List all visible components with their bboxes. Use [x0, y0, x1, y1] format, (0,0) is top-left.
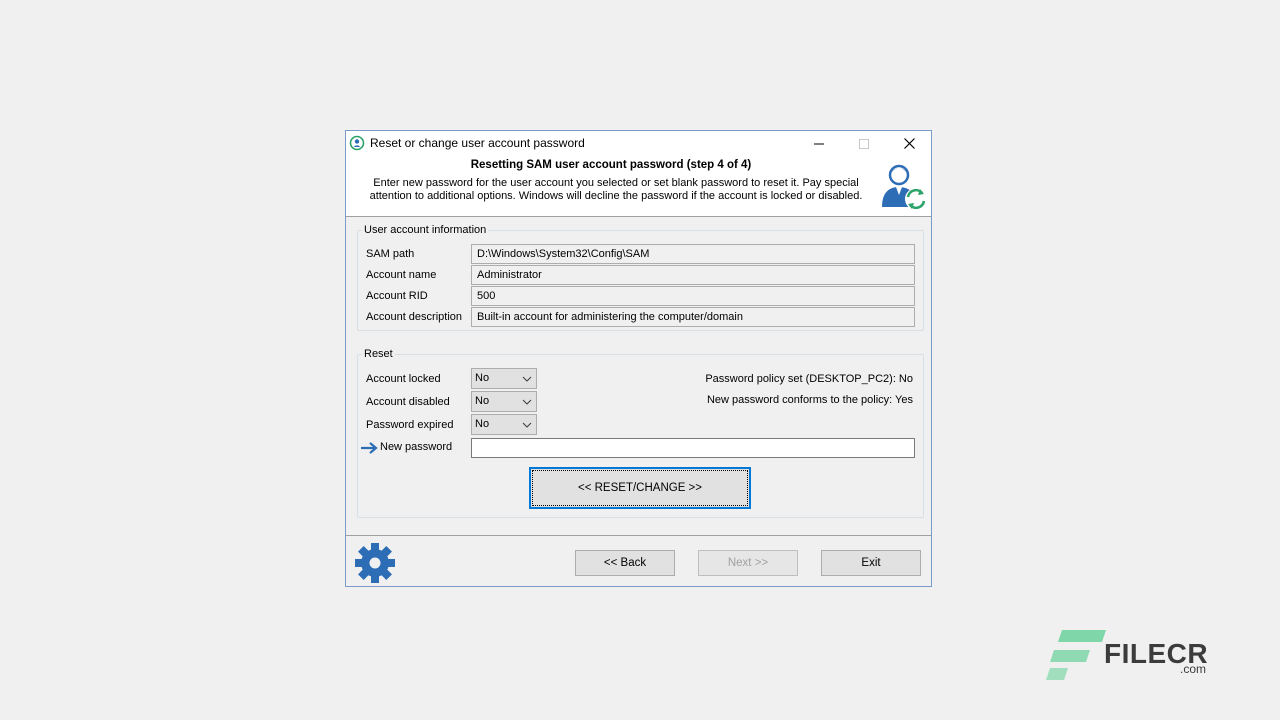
header-description: Enter new password for the user account …	[369, 177, 863, 202]
sam-path-label: SAM path	[366, 248, 415, 260]
arrow-right-icon	[361, 442, 378, 454]
exit-button[interactable]: Exit	[821, 550, 921, 576]
account-name-field[interactable]: Administrator	[471, 265, 915, 285]
account-disabled-label: Account disabled	[366, 396, 450, 408]
account-rid-label: Account RID	[366, 290, 428, 302]
account-rid-field[interactable]: 500	[471, 286, 915, 306]
maximize-icon	[858, 138, 869, 149]
chevron-down-icon	[522, 399, 532, 405]
account-locked-select[interactable]: No	[471, 368, 537, 389]
wizard-header: Resetting SAM user account password (ste…	[346, 156, 931, 217]
minimize-button[interactable]	[796, 131, 841, 156]
window-title: Reset or change user account password	[370, 136, 585, 150]
policy-conformance-status: New password conforms to the policy: Yes	[706, 394, 913, 406]
gear-icon	[355, 543, 395, 583]
close-button[interactable]	[887, 131, 932, 156]
password-expired-value: No	[475, 418, 490, 430]
minimize-icon	[813, 143, 824, 144]
maximize-button[interactable]	[841, 131, 886, 156]
password-policy-status: Password policy set (DESKTOP_PC2): No	[705, 373, 913, 385]
filecr-watermark: FILECR .com	[1046, 628, 1216, 684]
next-button[interactable]: Next >>	[698, 550, 798, 576]
watermark-suffix: .com	[1180, 662, 1207, 676]
reset-change-button[interactable]: << RESET/CHANGE >>	[529, 467, 751, 509]
header-title: Resetting SAM user account password (ste…	[470, 159, 752, 171]
account-description-field[interactable]: Built-in account for administering the c…	[471, 307, 915, 327]
dialog-window: Reset or change user account password Re…	[345, 130, 932, 587]
filecr-logo-icon	[1046, 630, 1106, 680]
account-info-legend: User account information	[364, 224, 487, 236]
chevron-down-icon	[522, 422, 532, 428]
app-icon	[349, 135, 365, 151]
reset-legend: Reset	[364, 348, 393, 360]
new-password-input[interactable]	[471, 438, 915, 458]
chevron-down-icon	[522, 376, 532, 382]
account-description-label: Account description	[366, 311, 462, 323]
new-password-label: New password	[380, 441, 453, 453]
sam-path-field[interactable]: D:\Windows\System32\Config\SAM	[471, 244, 915, 264]
account-disabled-value: No	[475, 395, 490, 407]
title-bar[interactable]: Reset or change user account password	[346, 131, 931, 156]
account-name-label: Account name	[366, 269, 437, 281]
account-locked-label: Account locked	[366, 373, 441, 385]
account-disabled-select[interactable]: No	[471, 391, 537, 412]
account-locked-value: No	[475, 372, 490, 384]
close-icon	[904, 138, 915, 149]
back-button[interactable]: << Back	[575, 550, 675, 576]
password-expired-label: Password expired	[366, 419, 454, 431]
password-expired-select[interactable]: No	[471, 414, 537, 435]
footer-divider	[346, 535, 931, 536]
user-refresh-icon	[882, 164, 927, 210]
